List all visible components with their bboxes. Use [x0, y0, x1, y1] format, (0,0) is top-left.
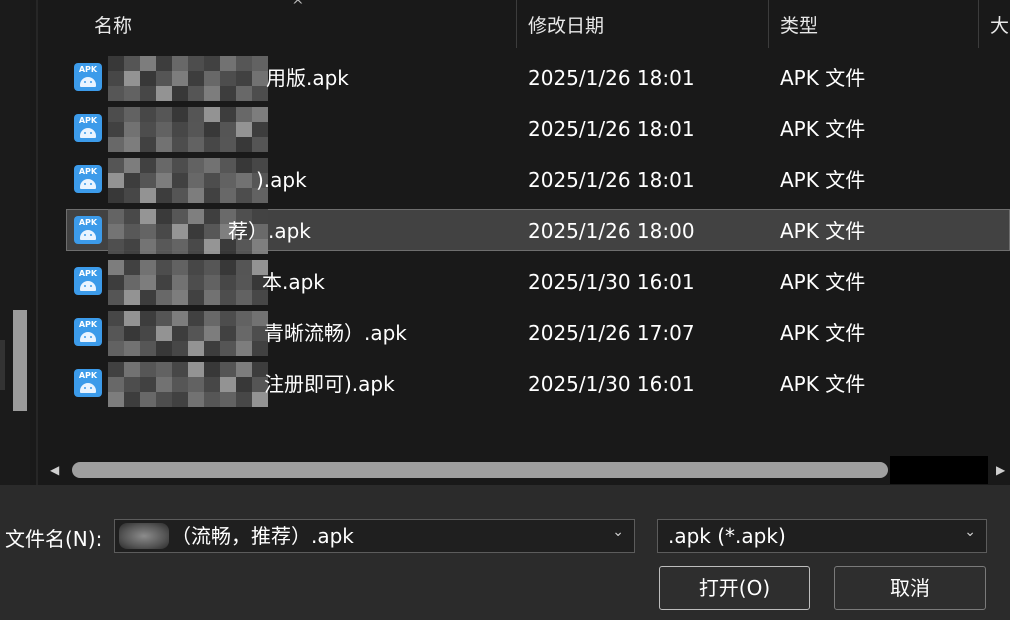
redacted-filename [108, 362, 268, 407]
horizontal-scrollbar-thumb[interactable] [72, 462, 888, 478]
dialog-footer: 文件名(N): （流畅，推荐）.apk ⌄ .apk (*.apk) ⌄ 打开(… [0, 485, 1010, 620]
nav-pane-scrollbar[interactable] [13, 310, 27, 411]
android-icon [80, 128, 96, 138]
file-row[interactable]: APK 荐）.apk 2025/1/26 18:00 APK 文件 [38, 209, 1010, 254]
apk-icon-label: APK [78, 167, 98, 176]
filetype-value: .apk (*.apk) [668, 524, 786, 548]
file-type: APK 文件 [780, 372, 866, 396]
apk-file-icon: APK [74, 318, 102, 346]
apk-file-icon: APK [74, 165, 102, 193]
file-modified-date: 2025/1/26 18:01 [528, 168, 695, 192]
file-modified-date: 2025/1/30 16:01 [528, 270, 695, 294]
navigation-pane [0, 0, 30, 485]
redacted-filename [108, 311, 268, 356]
column-header-row: ^ 名称 修改日期 类型 大 [38, 0, 1010, 52]
filename-label: 文件名(N): [5, 527, 103, 551]
redacted-area [890, 456, 988, 484]
android-icon [80, 230, 96, 240]
apk-file-icon: APK [74, 267, 102, 295]
file-list: ^ 名称 修改日期 类型 大 APK 用版.apk 2025/1/26 18:01 A… [38, 0, 1010, 485]
file-modified-date: 2025/1/30 16:01 [528, 372, 695, 396]
apk-icon-label: APK [78, 116, 98, 125]
android-icon [80, 332, 96, 342]
column-header-size[interactable]: 大 [990, 0, 1009, 52]
file-name: 青晰流畅）.apk [264, 321, 407, 345]
cancel-button[interactable]: 取消 [834, 566, 986, 610]
file-type: APK 文件 [780, 117, 866, 141]
column-divider[interactable] [978, 0, 979, 48]
file-row[interactable]: APK 本.apk 2025/1/30 16:01 APK 文件 [38, 260, 1010, 305]
file-row[interactable]: APK ).apk 2025/1/26 18:01 APK 文件 [38, 158, 1010, 203]
redacted-filename [108, 158, 268, 203]
file-modified-date: 2025/1/26 18:01 [528, 66, 695, 90]
column-header-date[interactable]: 修改日期 [528, 0, 604, 52]
chevron-down-icon[interactable]: ⌄ [964, 524, 976, 540]
apk-icon-label: APK [78, 269, 98, 278]
redacted-text [119, 523, 169, 549]
file-type: APK 文件 [780, 66, 866, 90]
file-name: 注册即可).apk [264, 372, 395, 396]
open-button[interactable]: 打开(O) [659, 566, 810, 610]
sort-ascending-icon: ^ [292, 0, 304, 14]
file-row[interactable]: APK 用版.apk 2025/1/26 18:01 APK 文件 [38, 56, 1010, 101]
column-divider[interactable] [768, 0, 769, 48]
file-name: 荐）.apk [228, 219, 311, 243]
file-row[interactable]: APK 青晰流畅）.apk 2025/1/26 17:07 APK 文件 [38, 311, 1010, 356]
filetype-select[interactable]: .apk (*.apk) ⌄ [657, 519, 987, 553]
nav-pane-scroll-track [0, 340, 5, 390]
scroll-right-icon[interactable]: ▶ [996, 463, 1005, 477]
horizontal-scrollbar[interactable]: ◀ ▶ [38, 456, 1010, 484]
apk-icon-label: APK [78, 65, 98, 74]
filename-input[interactable]: （流畅，推荐）.apk ⌄ [114, 519, 635, 553]
redacted-filename [108, 107, 268, 152]
android-icon [80, 77, 96, 87]
column-header-name[interactable]: 名称 [94, 0, 132, 52]
file-modified-date: 2025/1/26 18:00 [528, 219, 695, 243]
apk-icon-label: APK [78, 218, 98, 227]
android-icon [80, 383, 96, 393]
android-icon [80, 281, 96, 291]
filename-value: （流畅，推荐）.apk [171, 524, 354, 548]
column-header-type[interactable]: 类型 [780, 0, 818, 52]
apk-file-icon: APK [74, 369, 102, 397]
file-name: 本.apk [262, 270, 325, 294]
file-modified-date: 2025/1/26 17:07 [528, 321, 695, 345]
apk-file-icon: APK [74, 114, 102, 142]
apk-file-icon: APK [74, 63, 102, 91]
file-name: ).apk [256, 168, 307, 192]
column-divider[interactable] [516, 0, 517, 48]
file-row[interactable]: APK 2025/1/26 18:01 APK 文件 [38, 107, 1010, 152]
apk-icon-label: APK [78, 371, 98, 380]
file-type: APK 文件 [780, 219, 866, 243]
scroll-left-icon[interactable]: ◀ [50, 463, 59, 477]
file-modified-date: 2025/1/26 18:01 [528, 117, 695, 141]
file-type: APK 文件 [780, 270, 866, 294]
android-icon [80, 179, 96, 189]
chevron-down-icon[interactable]: ⌄ [612, 524, 624, 540]
file-type: APK 文件 [780, 321, 866, 345]
redacted-filename [108, 260, 268, 305]
redacted-filename [108, 56, 268, 101]
file-type: APK 文件 [780, 168, 866, 192]
apk-file-icon: APK [74, 216, 102, 244]
file-row[interactable]: APK 注册即可).apk 2025/1/30 16:01 APK 文件 [38, 362, 1010, 407]
apk-icon-label: APK [78, 320, 98, 329]
file-name: 用版.apk [266, 66, 349, 90]
